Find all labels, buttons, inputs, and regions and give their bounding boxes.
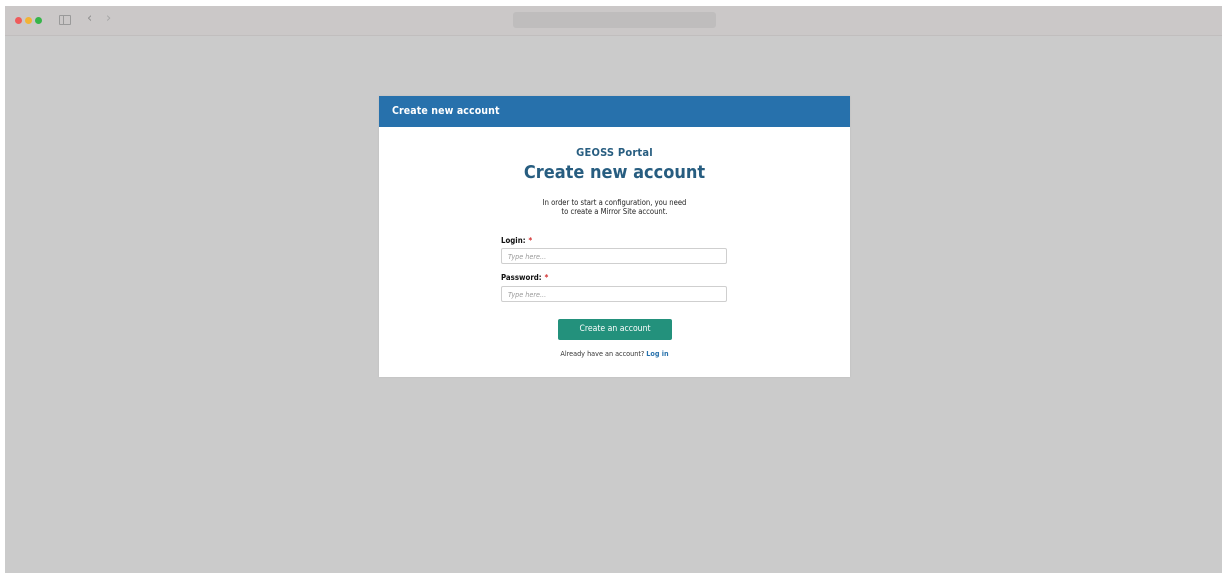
password-required-marker: *	[544, 273, 549, 282]
create-account-button[interactable]: Create an account	[558, 319, 672, 340]
brand-logo: GEOSS Portal	[379, 146, 850, 160]
login-label: Login: *	[501, 236, 532, 246]
green-dot-icon[interactable]	[35, 17, 42, 24]
intro-line-2: to create a Mirror Site account.	[561, 207, 668, 216]
browser-toolbar: ‹ ›	[5, 6, 1222, 36]
chevron-right-icon[interactable]: ›	[106, 12, 111, 26]
red-dot-icon[interactable]	[15, 17, 22, 24]
yellow-dot-icon[interactable]	[25, 17, 32, 24]
login-link[interactable]: Log in	[646, 349, 668, 358]
login-prompt: Already have an account? Log in	[379, 349, 850, 358]
create-account-modal: Create new account GEOSS Portal Create n…	[379, 96, 850, 377]
browser-window: ‹ › Create new account GEOSS Portal Crea…	[5, 6, 1222, 573]
intro-text: In order to start a configuration, you n…	[379, 198, 850, 216]
intro-line-1: In order to start a configuration, you n…	[542, 198, 687, 207]
address-bar[interactable]	[513, 12, 716, 28]
chevron-left-icon[interactable]: ‹	[87, 12, 92, 26]
password-label-text: Password:	[501, 273, 542, 282]
modal-header-title: Create new account	[379, 96, 850, 127]
password-label: Password: *	[501, 273, 548, 283]
sidebar-toggle-icon[interactable]	[59, 15, 71, 25]
login-input[interactable]	[501, 248, 727, 264]
brand-name: Portal	[617, 146, 653, 159]
login-prompt-text: Already have an account?	[560, 349, 645, 358]
geoss-logo-mark: GEOSS	[576, 146, 615, 159]
password-input[interactable]	[501, 286, 727, 302]
login-required-marker: *	[528, 236, 533, 245]
login-label-text: Login:	[501, 236, 526, 245]
page-title: Create new account	[523, 162, 706, 183]
